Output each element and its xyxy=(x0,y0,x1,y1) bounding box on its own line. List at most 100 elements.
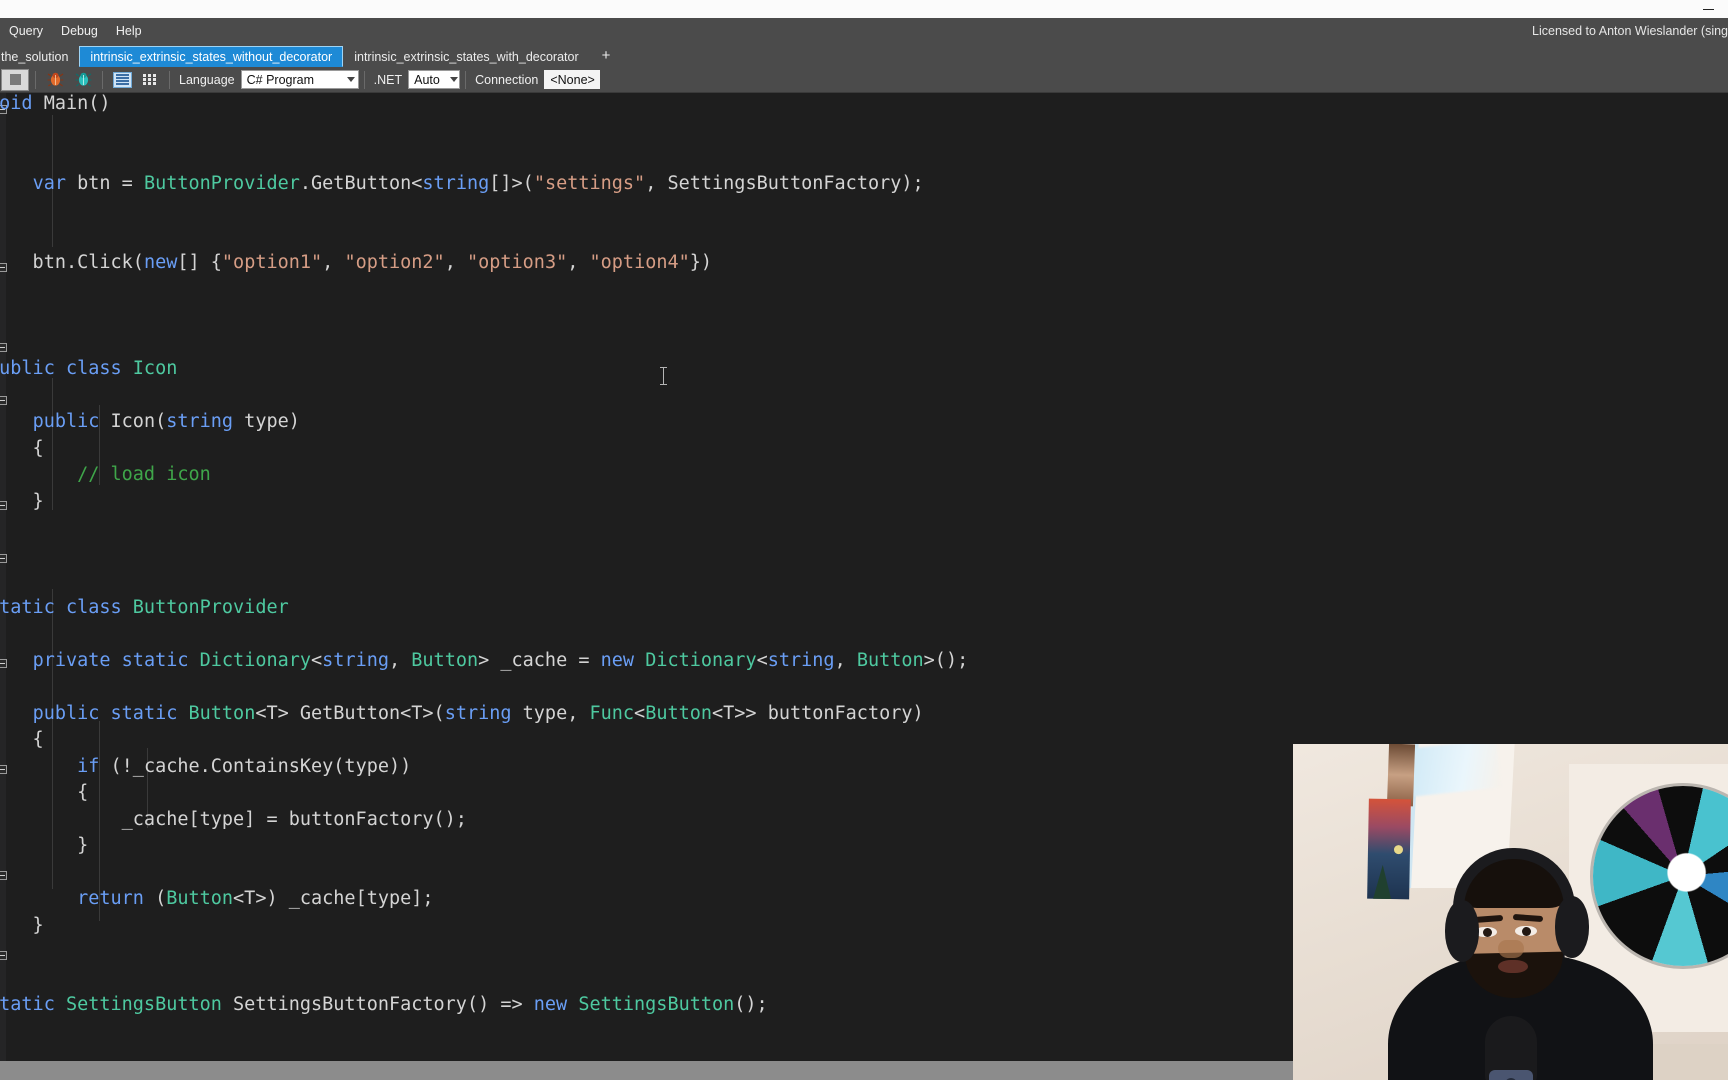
code-token: "option3" xyxy=(466,252,568,273)
code-line: { xyxy=(0,727,968,754)
results-grid-button[interactable] xyxy=(137,69,163,91)
code-token: , SettingsButtonFactory); xyxy=(645,172,924,194)
code-token: _cache[type] = buttonFactory(); xyxy=(0,808,467,830)
code-token: private static xyxy=(32,649,200,671)
code-token: // load icon xyxy=(77,464,211,485)
toolbar-separator xyxy=(102,70,103,89)
license-text: Licensed to Anton Wieslander (sing xyxy=(1532,24,1728,38)
code-token: Button xyxy=(645,702,713,724)
code-token: return xyxy=(77,888,144,909)
code-token: if xyxy=(77,755,100,777)
code-token: new xyxy=(143,252,178,273)
code-token: Main() xyxy=(43,93,111,114)
status-bar-inner xyxy=(0,1061,1293,1080)
person-mouth xyxy=(1498,960,1528,973)
menu-bar: Query Debug Help Licensed to Anton Wiesl… xyxy=(0,18,1728,44)
code-token: < xyxy=(756,649,768,671)
code-token: < xyxy=(311,649,323,671)
code-token: Button xyxy=(188,702,256,724)
code-text[interactable]: void Main(){ var btn = ButtonProvider.Ge… xyxy=(0,93,968,1019)
tab-intrinsic-extrinsic-states-without-decorator[interactable]: intrinsic_extrinsic_states_without_decor… xyxy=(79,46,344,67)
wall-poster-bottom xyxy=(1367,798,1411,900)
tab-label: intrinsic_extrinsic_states_with_decorato… xyxy=(354,49,579,64)
door-light-glow xyxy=(1408,744,1502,797)
wall-poster-top xyxy=(1386,744,1416,807)
code-token: btn = xyxy=(65,172,144,194)
tab-intrinsic-extrinsic-states-with-decorator[interactable]: intrinsic_extrinsic_states_with_decorato… xyxy=(343,46,590,67)
code-token: "option4" xyxy=(589,252,690,273)
new-tab-button[interactable]: + xyxy=(590,46,623,67)
code-line: static SettingsButton SettingsButtonFact… xyxy=(0,992,968,1019)
debug-alt-button[interactable] xyxy=(70,69,96,91)
code-line: } xyxy=(0,277,968,304)
code-token: Dictionary xyxy=(199,649,312,671)
code-line: { xyxy=(0,621,968,648)
menu-item-query[interactable]: Query xyxy=(0,21,52,42)
code-line: } xyxy=(0,913,968,940)
code-token: string xyxy=(322,649,389,671)
code-token: , xyxy=(444,252,467,273)
menu-item-help[interactable]: Help xyxy=(107,21,151,42)
tab-the-solution[interactable]: the_solution xyxy=(0,46,80,67)
webcam-overlay xyxy=(1293,744,1728,1080)
code-token: } xyxy=(77,835,89,856)
code-token: <T>> buttonFactory) xyxy=(712,702,924,724)
code-token: Button xyxy=(411,649,479,671)
code-token: .GetButton< xyxy=(299,172,423,194)
toolbar-separator xyxy=(169,70,170,89)
toolbar-separator xyxy=(363,70,365,89)
poster-tree xyxy=(1373,864,1392,900)
code-token: string xyxy=(444,702,512,724)
net-select[interactable]: Auto xyxy=(408,70,461,89)
code-token: Button xyxy=(166,888,234,909)
code-token: { xyxy=(77,782,89,803)
code-line: btn.Click(new[] {"option1", "option2", "… xyxy=(0,250,968,277)
headphone-earcup-left xyxy=(1445,900,1479,962)
debug-button[interactable] xyxy=(42,69,68,91)
code-line: static class ButtonProvider xyxy=(0,595,968,622)
code-token: string xyxy=(166,411,234,432)
code-token: static xyxy=(0,994,55,1015)
minimize-icon xyxy=(1702,8,1714,10)
toolbar-separator xyxy=(35,70,36,89)
bug-teal-icon xyxy=(75,72,91,87)
code-token: Func xyxy=(589,702,635,724)
code-token: <T> GetButton<T>( xyxy=(255,702,445,724)
chevron-down-icon xyxy=(449,77,458,82)
code-token: "settings" xyxy=(533,172,646,194)
person-nose xyxy=(1498,940,1524,958)
results-list-button[interactable] xyxy=(109,69,135,91)
connection-label: Connection xyxy=(475,72,539,87)
code-token: var xyxy=(32,172,66,194)
code-line: } xyxy=(0,489,968,516)
menu-item-label: Debug xyxy=(61,23,98,38)
tab-label: intrinsic_extrinsic_states_without_decor… xyxy=(90,49,333,64)
menu-item-debug[interactable]: Debug xyxy=(52,21,107,42)
language-select[interactable]: C# Program xyxy=(240,70,359,89)
tab-label: the_solution xyxy=(1,49,69,64)
code-token: Icon( xyxy=(99,411,167,432)
connection-value[interactable]: <None> xyxy=(544,70,601,89)
code-token: [] { xyxy=(177,252,222,273)
code-token: { xyxy=(32,437,44,459)
stop-button[interactable] xyxy=(1,68,29,91)
code-token: "option2" xyxy=(344,252,445,273)
code-token: "option1" xyxy=(221,252,323,273)
net-value: Auto xyxy=(414,72,440,87)
code-token: < xyxy=(634,702,646,724)
window-minimize-button[interactable] xyxy=(1688,0,1728,18)
toolbar: Language C# Program .NET Auto Connection… xyxy=(0,67,1728,93)
code-line: if (!_cache.ContainsKey(type)) xyxy=(0,754,968,781)
